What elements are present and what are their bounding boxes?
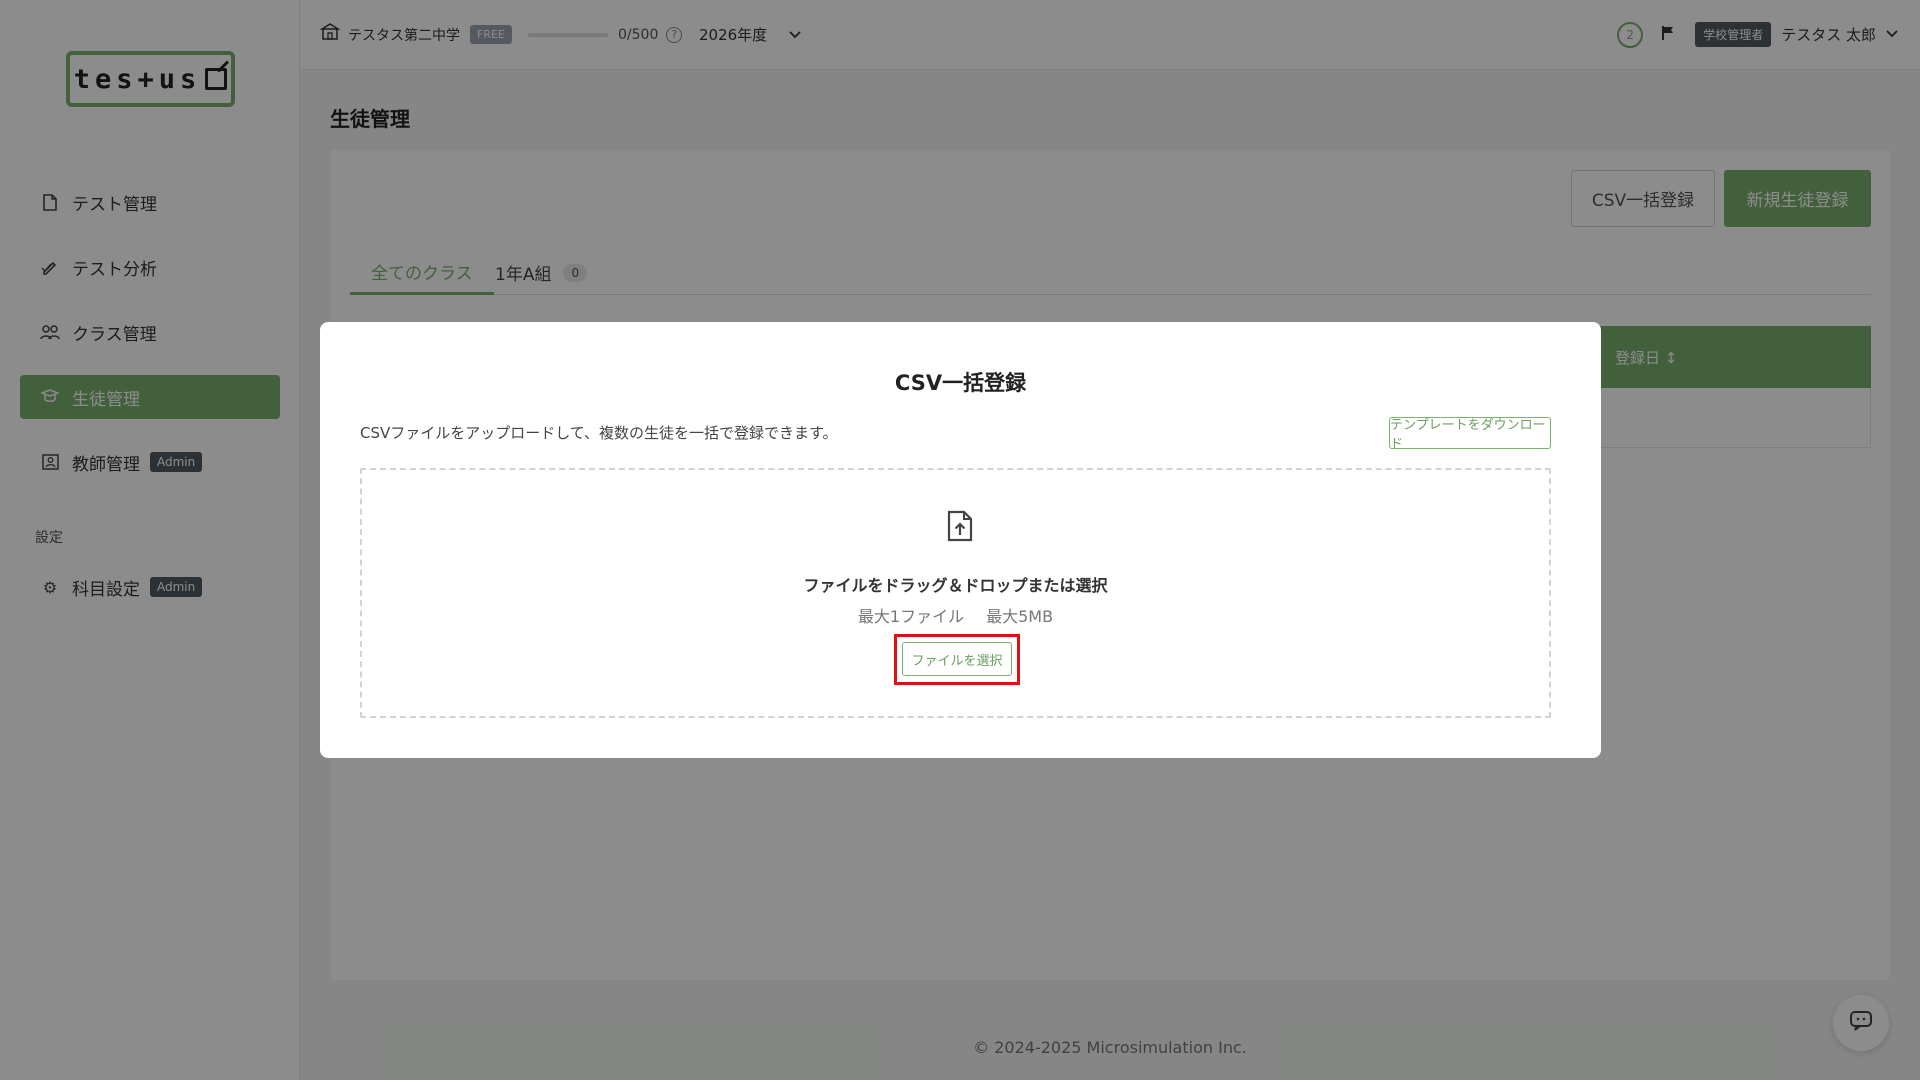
select-file-button[interactable]: ファイルを選択 — [902, 642, 1012, 676]
file-upload-icon — [947, 510, 973, 542]
max-size-text: 最大5MB — [986, 607, 1054, 626]
max-files-text: 最大1ファイル — [857, 607, 965, 626]
download-template-button[interactable]: テンプレートをダウンロード — [1389, 417, 1551, 452]
file-dropzone[interactable]: ファイルをドラッグ＆ドロップまたは選択 最大1ファイル 最大5MB ファイルを選択 — [360, 468, 1551, 718]
csv-upload-modal: CSV一括登録 CSVファイルをアップロードして、複数の生徒を一括で登録できます… — [320, 322, 1601, 758]
modal-description: CSVファイルをアップロードして、複数の生徒を一括で登録できます。 — [360, 424, 838, 442]
modal-title: CSV一括登録 — [894, 371, 1027, 395]
dropzone-title: ファイルをドラッグ＆ドロップまたは選択 — [803, 576, 1108, 595]
dropzone-limits: 最大1ファイル 最大5MB — [362, 603, 1549, 627]
